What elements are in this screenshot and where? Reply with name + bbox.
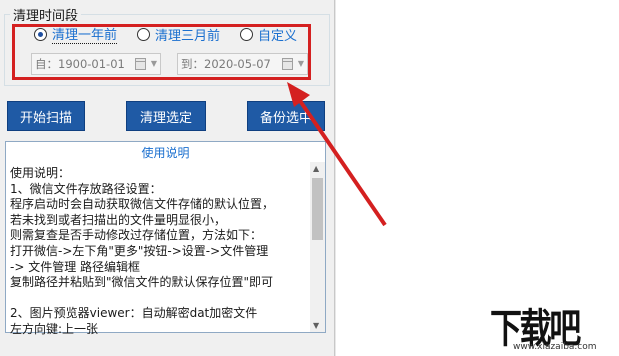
start-scan-button[interactable]: 开始扫描: [7, 101, 85, 131]
clean-selected-button[interactable]: 清理选定: [126, 101, 206, 131]
scroll-down-icon[interactable]: ▼: [313, 321, 319, 330]
grid-line: [335, 0, 336, 356]
period-group-title: 清理时间段: [10, 5, 82, 24]
instructions-text: 使用说明： 1、微信文件存放路径设置： 程序启动时会自动获取微信文件存储的默认位…: [10, 166, 275, 336]
instructions-scrollbar[interactable]: ▲ ▼: [310, 162, 325, 332]
watermark-url: www.xiazaiba.com: [513, 342, 597, 352]
backup-selected-button[interactable]: 备份选中: [247, 101, 325, 131]
scroll-up-icon[interactable]: ▲: [313, 164, 319, 173]
instructions-title: 使用说明: [141, 146, 190, 160]
scroll-thumb[interactable]: [312, 178, 323, 240]
instructions-box: 使用说明 使用说明： 1、微信文件存放路径设置： 程序启动时会自动获取微信文件存…: [5, 141, 326, 336]
watermark-logo: 下载吧 www.xiazaiba.com: [490, 296, 615, 354]
highlight-box: [12, 24, 311, 80]
